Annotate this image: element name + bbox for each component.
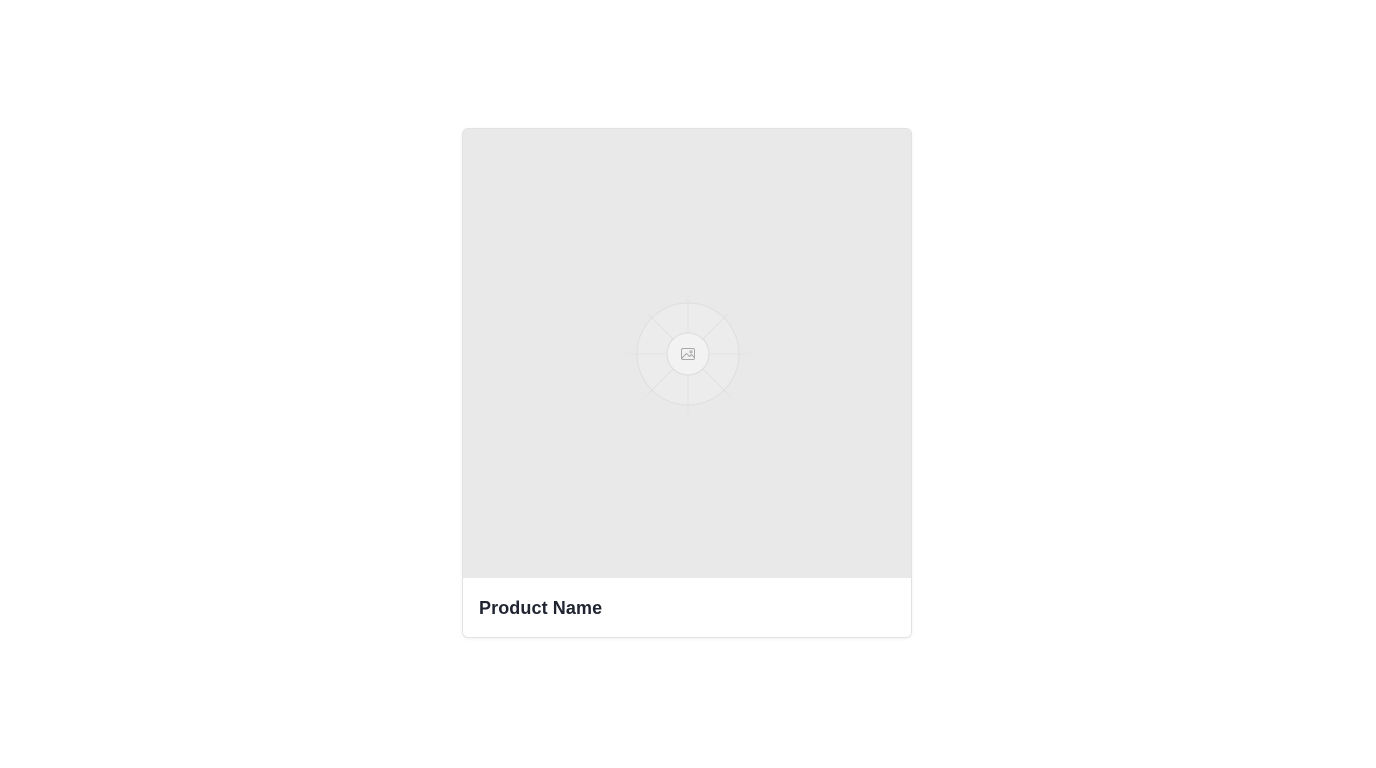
- inner-ring: [666, 332, 710, 376]
- product-name[interactable]: Product Name: [479, 596, 602, 620]
- image-placeholder-graphic: [616, 282, 760, 426]
- page: Product Name: [0, 0, 1376, 768]
- product-image-placeholder[interactable]: [463, 129, 911, 578]
- product-card-body: Product Name: [463, 578, 911, 637]
- product-card[interactable]: Product Name: [462, 128, 912, 638]
